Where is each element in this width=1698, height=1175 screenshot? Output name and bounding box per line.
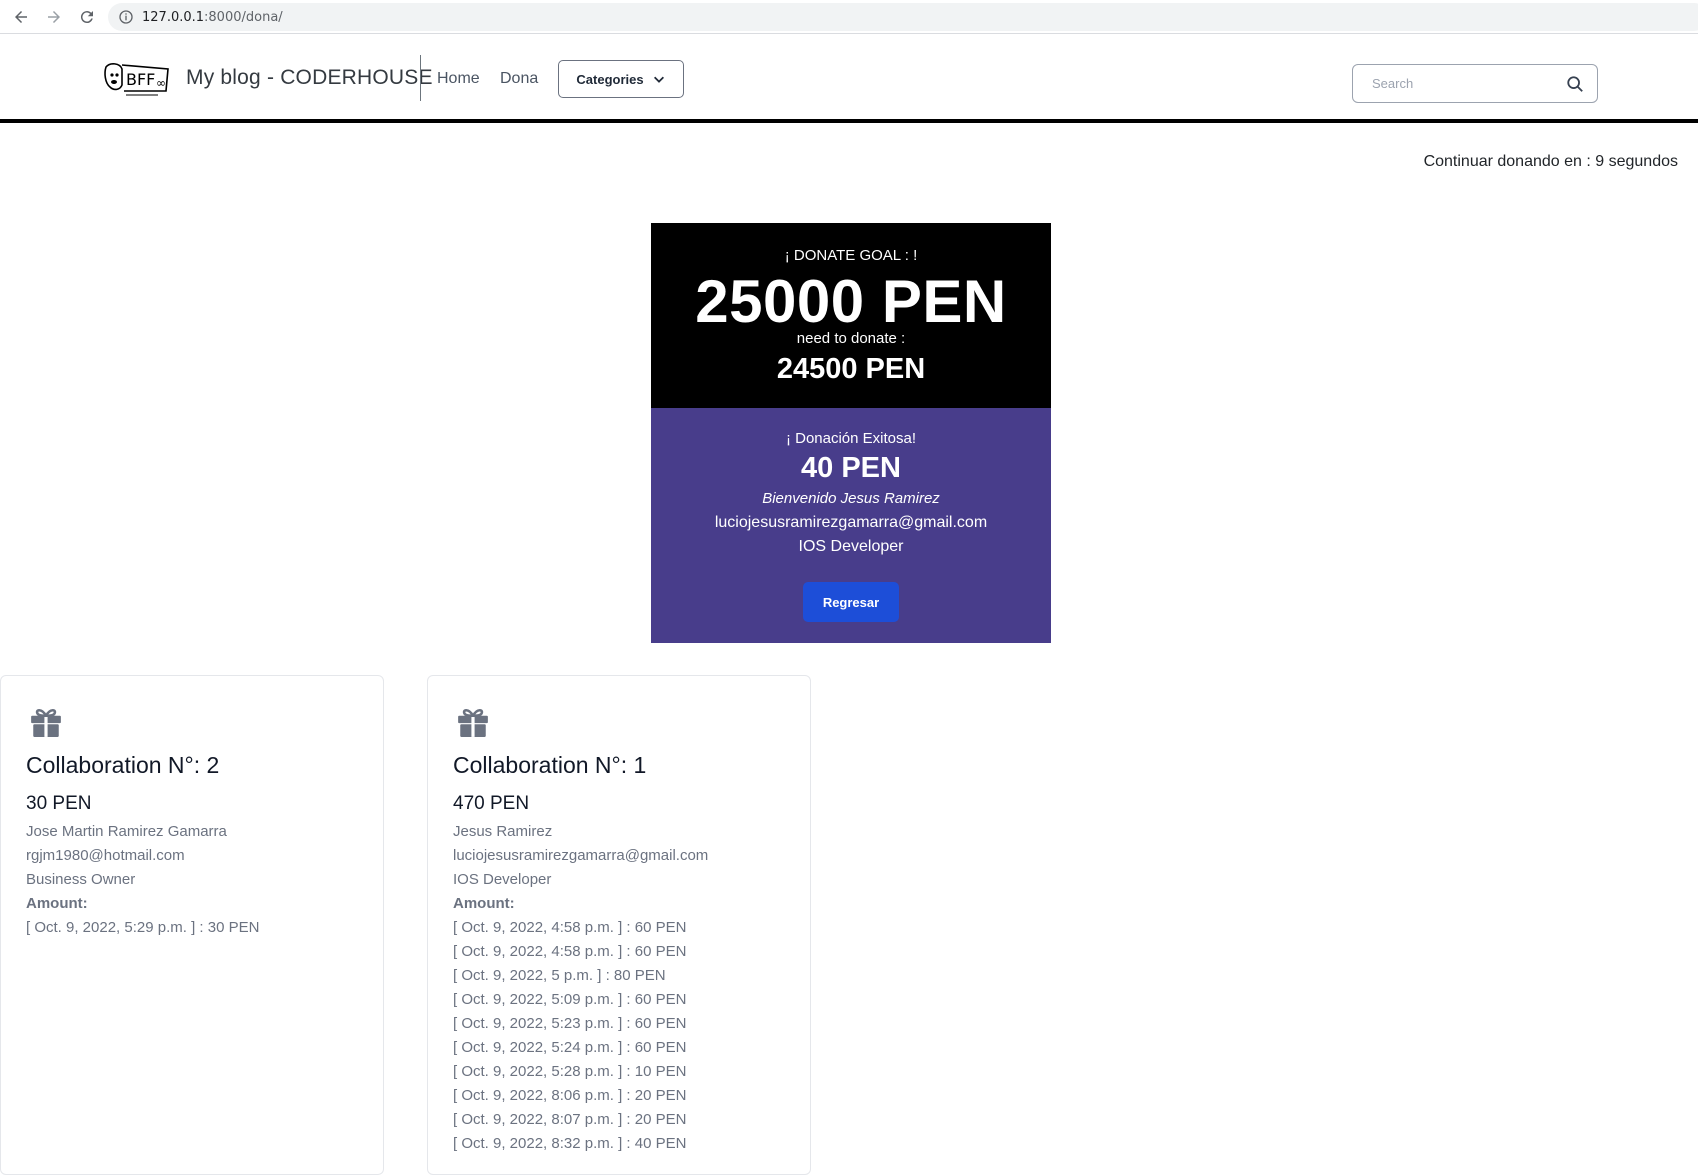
svg-text:∞: ∞ [156,76,166,90]
info-icon[interactable] [118,9,134,25]
browser-toolbar: 127.0.0.1:8000/dona/ [0,0,1698,34]
need-to-donate-label: need to donate : [796,330,906,347]
donation-success-panel: ¡ Donación Exitosa! 40 PEN Bienvenido Je… [651,408,1051,643]
donate-goal-panel: ¡ DONATE GOAL : ! 25000 PEN need to dona… [651,223,1051,408]
nav-link-home[interactable]: Home [437,70,480,88]
regresar-button[interactable]: Regresar [803,582,899,622]
bff-logo: BFF ∞ [104,63,169,96]
collaborator-role: Business Owner [26,871,136,888]
reload-icon[interactable] [75,5,99,29]
collaborator-name: Jesus Ramirez [453,823,553,840]
nav-link-dona[interactable]: Dona [500,70,538,88]
brand[interactable]: BFF ∞ My blog - CODERHOUSE [102,57,433,99]
welcome-text: Bienvenido Jesus Ramirez [762,490,940,507]
goal-label: ¡ DONATE GOAL : ! [784,247,918,264]
collaborator-email: rgjm1980@hotmail.com [26,847,185,864]
amount-entry: [ Oct. 9, 2022, 8:06 p.m. ] : 20 PEN [453,1087,687,1104]
collaborator-role: IOS Developer [453,871,552,888]
search-input[interactable] [1372,65,1572,102]
card-title: Collaboration N°: 2 [26,752,220,778]
amount-entry: [ Oct. 9, 2022, 5:29 p.m. ] : 30 PEN [26,919,260,936]
amount-entry: [ Oct. 9, 2022, 5:24 p.m. ] : 60 PEN [453,1039,687,1056]
countdown-text: Continuar donando en : 9 segundos [1423,153,1678,170]
card-title: Collaboration N°: 1 [453,752,647,778]
amount-entry: [ Oct. 9, 2022, 4:58 p.m. ] : 60 PEN [453,919,687,936]
amount-entry: [ Oct. 9, 2022, 4:58 p.m. ] : 60 PEN [453,943,687,960]
amount-entry: [ Oct. 9, 2022, 5:23 p.m. ] : 60 PEN [453,1015,687,1032]
brand-title: My blog - CODERHOUSE [186,66,433,89]
gift-icon [31,708,61,737]
address-bar[interactable]: 127.0.0.1:8000/dona/ [108,3,1698,31]
site-navbar: BFF ∞ My blog - CODERHOUSE Home Dona Cat… [0,35,1698,123]
amount-entry: [ Oct. 9, 2022, 5 p.m. ] : 80 PEN [453,967,666,984]
svg-text:BFF: BFF [126,70,155,89]
chevron-down-icon [653,76,664,83]
amount-label: Amount: [26,895,88,912]
card-info: Jesus Ramirez luciojesusramirezgamarra@g… [453,820,708,1156]
collaborator-name: Jose Martin Ramirez Gamarra [26,823,227,840]
gift-icon [458,708,488,737]
remaining-amount: 24500 PEN [776,353,926,385]
amount-entry: [ Oct. 9, 2022, 5:28 p.m. ] : 10 PEN [453,1063,687,1080]
forward-icon[interactable] [42,5,66,29]
donor-role: IOS Developer [798,538,904,555]
success-amount: 40 PEN [801,452,901,484]
donor-email: luciojesusramirezgamarra@gmail.com [714,514,988,531]
url-text: 127.0.0.1:8000/dona/ [142,9,283,25]
collaboration-card: Collaboration N°: 2 30 PEN Jose Martin R… [0,675,384,1175]
card-total: 470 PEN [453,793,530,814]
categories-label: Categories [576,71,644,87]
search-icon[interactable] [1566,75,1584,93]
search-box[interactable] [1352,64,1598,103]
amount-entry: [ Oct. 9, 2022, 5:09 p.m. ] : 60 PEN [453,991,687,1008]
amount-entry: [ Oct. 9, 2022, 8:32 p.m. ] : 40 PEN [453,1135,687,1152]
amount-label: Amount: [453,895,515,912]
categories-dropdown[interactable]: Categories [558,60,684,98]
countdown-seconds: 9 [1595,153,1605,170]
goal-amount: 25000 PEN [695,268,1007,335]
brand-divider [420,55,421,101]
back-icon[interactable] [9,5,33,29]
collaboration-card: Collaboration N°: 1 470 PEN Jesus Ramire… [427,675,811,1175]
card-info: Jose Martin Ramirez Gamarra rgjm1980@hot… [26,820,259,940]
collaborator-email: luciojesusramirezgamarra@gmail.com [453,847,709,864]
card-total: 30 PEN [26,793,92,814]
success-label: ¡ Donación Exitosa! [785,430,917,447]
amount-entry: [ Oct. 9, 2022, 8:07 p.m. ] : 20 PEN [453,1111,687,1128]
